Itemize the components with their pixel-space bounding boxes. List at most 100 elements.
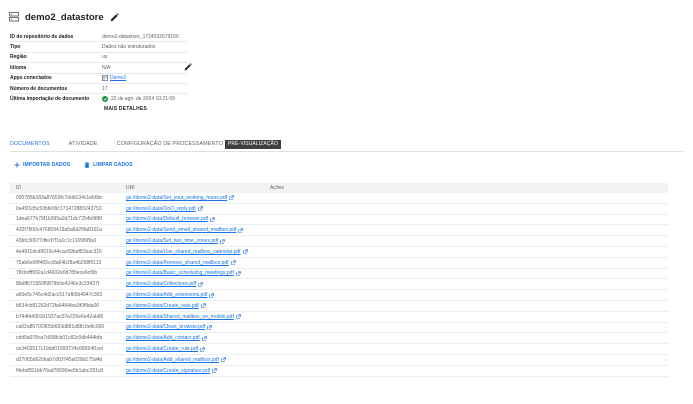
clear-data-button[interactable]: LIMPAR DADOS [84,162,132,168]
check-circle-icon [102,96,108,103]
table-row: d27065d620bab7df1f745a028d175d4b gs://dem… [10,355,668,366]
trash-icon [84,162,90,168]
property-label: Região [10,54,27,61]
document-id: cdd0a078ca7d098cb01c82c0db444bfa [16,335,103,342]
document-uri-link[interactable]: gs://demo2-data/Use_shared_mailbox_calen… [126,249,270,255]
document-uri: gs://demo2-data/Clean_browser.pdf [126,324,206,331]
column-header-uri: URI [126,185,135,191]
document-uri-link[interactable]: gs://demo2-data/Basic_scheduling_meeting… [126,270,270,276]
document-uri: gs://demo2-data/Collections.pdf [126,281,197,288]
table-row: 43bfc30077dfed7f1a1c1c1165f6f9a1 gs://dem… [10,236,668,247]
table-row: 090785b183a87659fc7ddd134c1eb6bc gs://dem… [10,193,668,204]
document-uri-link[interactable]: gs://demo2-data/Shared_mailbox_on_mobile… [126,314,270,320]
property-value: Demo2 [102,75,126,82]
document-uri-link[interactable]: gs://demo2-data/Set_two_time_zones.pdf [126,238,270,244]
document-id: d27065d620bab7df1f745a028d175d4b [16,356,103,363]
document-uri: gs://demo2-data/Send_email_shared_mailbo… [126,227,237,234]
property-row: Última importação de documento 22 de ago… [10,94,188,116]
external-link-icon [197,206,203,211]
document-uri: gs://demo2-data/Shared_mailbox_on_mobile… [126,313,234,320]
document-id: 1dea677b79f1b395a2d71dc7254b988f [16,216,102,223]
document-uri: gs://demo2-data/Set_your_working_hours.p… [126,194,228,201]
document-id: f4ebd551bb76ad76590ee5b1abc281c8 [16,367,104,374]
property-row: Região us [10,53,188,64]
property-value: 17 [102,85,108,92]
plus-icon [14,162,20,168]
document-uri-link[interactable]: gs://demo2-data/Default_browser.pdf [126,216,270,222]
table-row: a65e5c745c4d2acc517afb5b4947c303 gs://dem… [10,290,668,301]
document-uri-link[interactable]: gs://demo2-data/Create_task.pdf [126,303,270,309]
document-id: 43bfc30077dfed7f1a1c1c1165f6f9a1 [16,238,97,245]
property-row: Número de documentos 17 [10,84,188,95]
app-icon [102,75,108,82]
document-id: a65e5c745c4d2acc517afb5b4947c303 [16,292,103,299]
external-link-icon [201,335,207,341]
import-data-button[interactable]: IMPORTAR DADOS [14,162,70,168]
document-id: 0a4f21d5c53bfe99c171472883243753 [16,205,102,212]
property-value: demo2-datastore_1724532679156 [102,33,179,40]
tab-bar: DOCUMENTOS ATIVIDADE CONFIGURAÇÃO DE PRO… [10,137,281,152]
document-uri-link[interactable]: gs://demo2-data/Clean_browser.pdf [126,324,270,330]
tab-processing-config[interactable]: CONFIGURAÇÃO DE PROCESSAMENTO [117,137,223,151]
property-label: Tipo [10,44,21,51]
documents-table: ID URI Ações 090785b183a87659fc7ddd134c1… [10,183,668,377]
tab-documents[interactable]: DOCUMENTOS [10,137,50,152]
document-uri-link[interactable]: gs://demo2-data/Collections.pdf [126,281,270,287]
external-link-icon [209,292,215,298]
external-link-icon [207,325,213,330]
document-uri-link[interactable]: gs://demo2-data/Set_your_working_hours.p… [126,195,270,201]
table-row: 78cbdff992a1d4932e0d785ece6cf9b gs://demo… [10,269,668,280]
document-uri: gs://demo2-data/Remove_shared_mailbox.pd… [126,259,229,266]
table-row: ca02a85702905b693d881d88c0e8c065 gs://dem… [10,323,668,334]
toolbar: IMPORTAR DADOS LIMPAR DADOS [14,162,147,168]
document-uri: gs://demo2-data/Basic_scheduling_meeting… [126,270,234,277]
document-uri-link[interactable]: gs://demo2-data/Add_shared_mailbox.pdf [126,357,270,363]
document-uri: gs://demo2-data/OoO_reply.pdf [126,205,196,212]
document-uri: gs://demo2-data/Add_contact.pdf [126,335,200,342]
document-id: ca02a85702905b693d881d88c0e8c065 [16,324,105,331]
property-value: Dados não estruturados [102,44,156,51]
external-link-icon [200,346,205,352]
table-row: 8fa8fb71550f5879b0e4246e3c23437f gs://dem… [10,279,668,291]
document-uri-link[interactable]: gs://demo2-data/Create_signature.pdf [126,368,270,374]
external-link-icon [236,314,241,319]
document-id: 090785b183a87659fc7ddd134c1eb6bc [16,194,103,201]
connected-app-link[interactable]: Demo2 [110,75,126,81]
external-link-icon [201,303,206,309]
external-link-icon [229,195,234,201]
tab-processing-group: CONFIGURAÇÃO DE PROCESSAMENTO PRÉ-VISUAL… [117,137,281,151]
document-uri-link[interactable]: gs://demo2-data/Create_rule.pdf [126,346,270,352]
external-link-icon [220,238,226,244]
property-label: Idioma [10,64,27,71]
document-id: 75ab6e00f465cc8a64b28a4b268f5113 [16,259,102,266]
document-uri-link[interactable]: gs://demo2-data/Add_contact.pdf [126,335,270,341]
clear-data-label: LIMPAR DADOS [93,162,133,168]
property-label: Última importação de documento [10,96,90,103]
external-link-icon [242,249,248,255]
property-row: ID do repositório de dados demo2-datasto… [10,32,188,43]
tab-activity[interactable]: ATIVIDADE [69,137,98,151]
document-id: b534cb81262d72fa6454fea3f0f9da00 [16,302,100,309]
document-uri-link[interactable]: gs://demo2-data/Remove_shared_mailbox.pd… [126,260,270,266]
import-data-label: IMPORTAR DADOS [23,162,71,168]
document-uri-link[interactable]: gs://demo2-data/Send_email_shared_mailbo… [126,227,270,233]
document-uri-link[interactable]: gs://demo2-data/OoO_reply.pdf [126,206,270,212]
edit-language-icon[interactable] [184,63,192,71]
table-row: 0a4f21d5c53bfe99c171472883243753 gs://dem… [10,204,668,215]
document-id: 4e4911dcd9016c44cac69baf81bac315 [16,248,102,255]
edit-title-icon[interactable] [110,12,119,22]
more-details-button[interactable]: MAIS DETALHES [104,106,147,112]
table-row: ce3402517c19dd01993724c68554f1ed gs://dem… [10,344,668,355]
document-uri: gs://demo2-data/Create_signature.pdf [126,367,211,374]
property-row: Apps conectados Demo2 [10,74,188,84]
external-link-icon [198,281,204,287]
preview-badge: PRÉ-VISUALIZAÇÃO [224,139,281,149]
document-id: b744fd4901b1937ac07e220e6e42ab86 [16,313,104,320]
document-id: 78cbdff992a1d4932e0d785ece6cf9b [16,270,98,277]
page-header: demo2_datastore [9,10,119,24]
property-label: ID do repositório de dados [10,33,74,40]
external-link-icon [210,217,215,222]
property-value: N/A [102,64,111,71]
last-import-date: 22 de ago. de 2024 10:21:09 [111,96,175,103]
document-uri-link[interactable]: gs://demo2-data/Add_extensions.pdf [126,292,270,298]
